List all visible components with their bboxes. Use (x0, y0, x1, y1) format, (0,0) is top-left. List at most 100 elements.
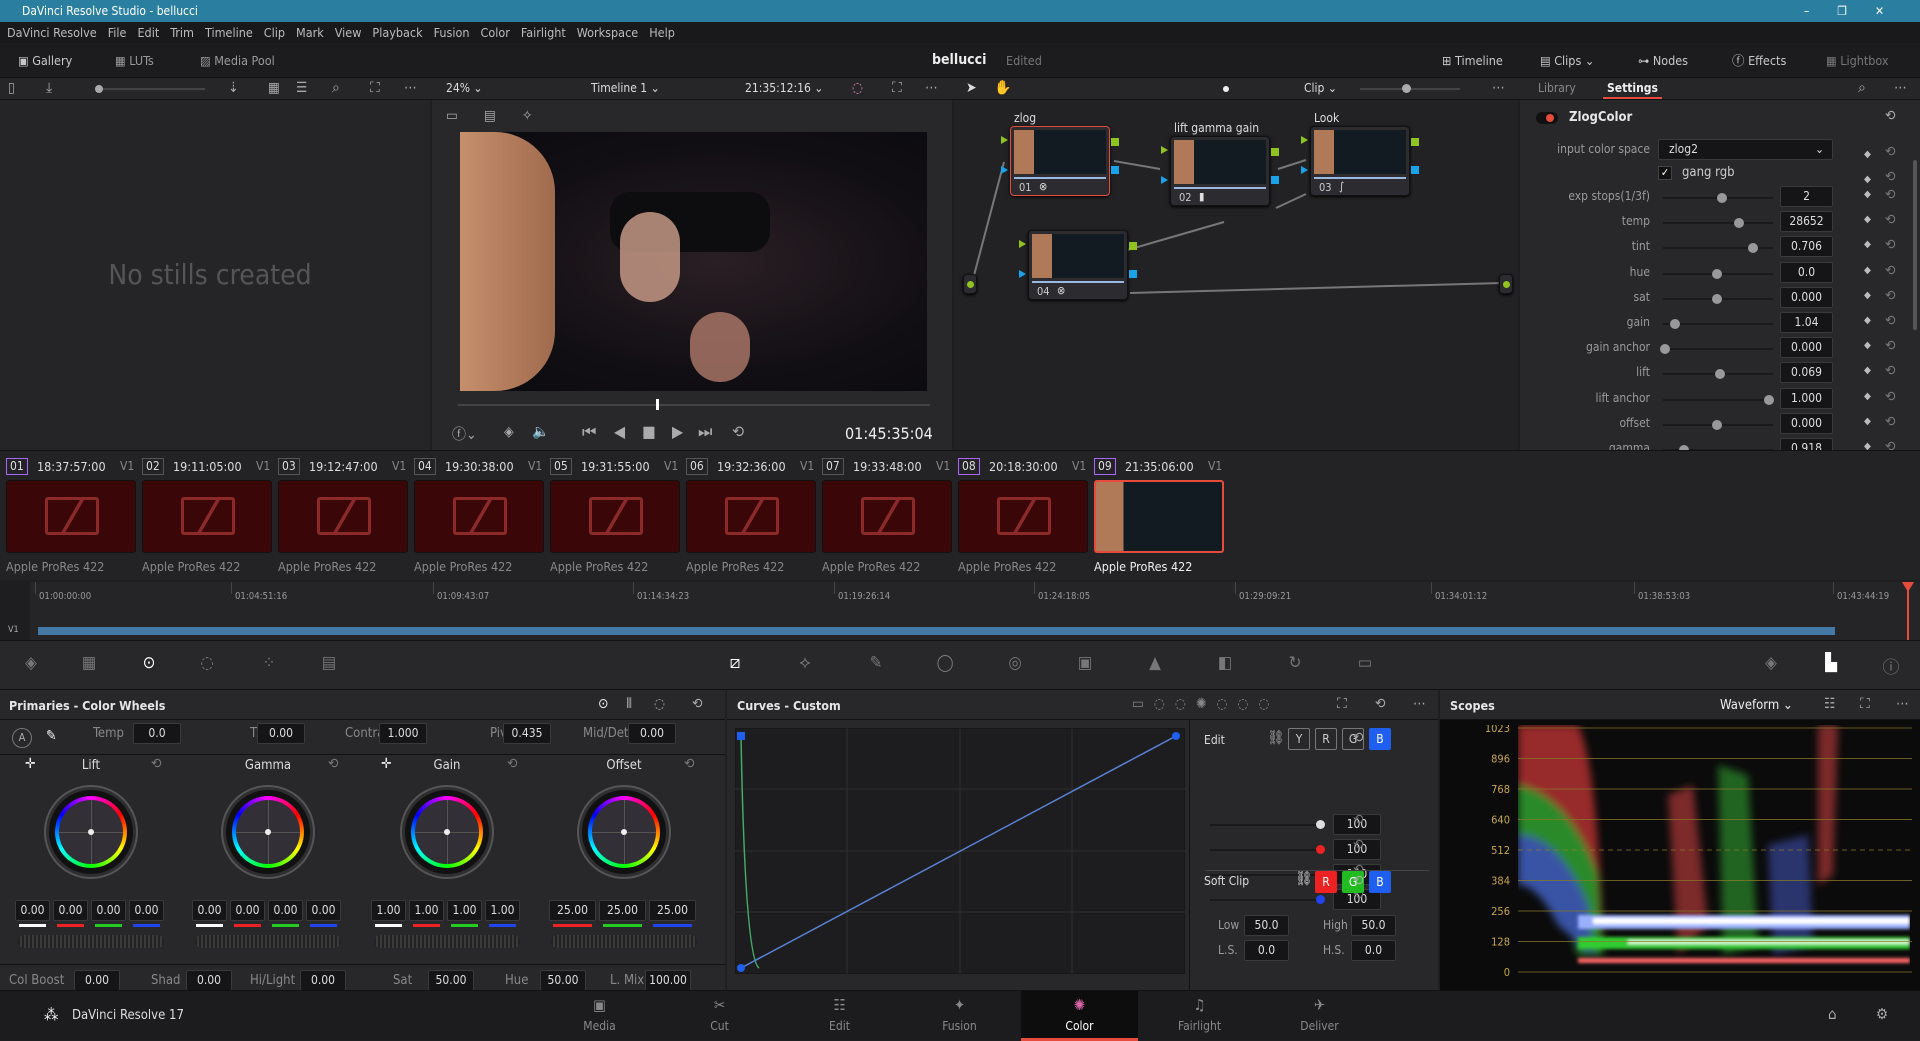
clip-thumbnail[interactable] (958, 480, 1088, 553)
param-value-field[interactable]: 0.069 (1780, 362, 1833, 384)
edit-link-icon[interactable]: ⛓ (1267, 730, 1285, 746)
fx-bypass-icon[interactable]: ⓕ⌄ (452, 424, 477, 444)
luts-button[interactable]: ▦ LUTs (115, 43, 154, 78)
param-slider[interactable] (1663, 319, 1773, 329)
keyframe-icon[interactable]: ◆ (1864, 391, 1871, 402)
menu-workspace[interactable]: Workspace (577, 25, 638, 40)
more-icon[interactable]: ⋯ (404, 80, 417, 96)
rgb-output-port[interactable] (1111, 138, 1119, 146)
keyframe-icon[interactable]: ◆ (1864, 290, 1871, 301)
home-icon[interactable]: ⌂ (1828, 1005, 1837, 1023)
wheel-value-field[interactable]: 0.00 (129, 900, 164, 921)
keyframe-icon[interactable]: ◆ (1864, 265, 1871, 276)
menu-color[interactable]: Color (481, 25, 510, 40)
clips-button[interactable]: ▤ Clips ⌄ (1540, 43, 1594, 78)
viewer-scrubber[interactable] (458, 399, 930, 410)
curves-more-icon[interactable]: ⋯ (1413, 696, 1426, 712)
param-value-field[interactable]: 28652 (1780, 211, 1833, 233)
alpha-output-port[interactable] (1411, 166, 1419, 174)
play-icon[interactable]: ▶ (672, 422, 683, 441)
volume-icon[interactable]: 🔈 (532, 424, 549, 440)
wheel-reset-icon[interactable]: ⟲ (151, 756, 162, 772)
slider-handle[interactable] (1712, 293, 1722, 304)
gallery-button[interactable]: ▣ Gallery (18, 43, 72, 78)
picker-icon[interactable]: ✛ (25, 756, 36, 772)
wheel-puck[interactable] (88, 829, 94, 835)
menu-fairlight[interactable]: Fairlight (521, 25, 566, 40)
keyframe-icon[interactable]: ◆ (1864, 365, 1871, 376)
timeline-dropdown[interactable]: Timeline 1 ⌄ (591, 81, 660, 95)
motion-effects-icon[interactable]: ▤ (318, 653, 340, 673)
media-pool-button[interactable]: ▨ Media Pool (200, 43, 275, 78)
wheel-reset-icon[interactable]: ⟲ (507, 756, 518, 772)
intensity-reset-icon[interactable]: ⟲ (1353, 837, 1364, 853)
pivot-field[interactable]: 0.435 (503, 723, 551, 744)
skip-end-icon[interactable]: ⏭ (698, 422, 712, 442)
keyframe-icons[interactable]: ◆ ◆ (1864, 142, 1871, 192)
info-icon[interactable]: ⓘ (1880, 653, 1902, 678)
color-picker-icon[interactable]: ◌ (852, 80, 863, 96)
param-value-field[interactable]: 0.000 (1780, 412, 1833, 434)
page-fusion[interactable]: ✦ Fusion (901, 991, 1018, 1041)
reset-icon[interactable]: ⟲ (1885, 288, 1896, 304)
high-field[interactable]: 50.0 (1351, 915, 1396, 936)
reset-icon[interactable]: ⟲ (1885, 389, 1896, 405)
master-wheel-jog[interactable] (18, 935, 164, 948)
settings-gear-icon[interactable]: ⚙ (1876, 1005, 1888, 1023)
page-color[interactable]: ✺ Color (1021, 991, 1138, 1041)
mid-field[interactable]: 0.00 (628, 723, 676, 744)
node-mode-dropdown[interactable]: Clip ⌄ (1304, 81, 1337, 95)
node-02[interactable]: 02 ▮ (1170, 136, 1270, 206)
param-slider[interactable] (1663, 369, 1773, 380)
slider-handle[interactable] (1717, 193, 1728, 203)
contrast-field[interactable]: 1.000 (379, 723, 427, 744)
rgb-input-port-icon[interactable] (1019, 240, 1026, 248)
node-zoom-slider[interactable] (1360, 84, 1460, 93)
keyframe-icon[interactable]: ◆ (1864, 239, 1871, 250)
reset-icon[interactable]: ⟲ (1885, 187, 1896, 203)
keyframe-icon[interactable]: ◆ (1864, 315, 1871, 326)
intensity-handle[interactable] (1316, 895, 1325, 904)
clip-thumbnail[interactable] (822, 480, 952, 553)
menu-trim[interactable]: Trim (170, 25, 194, 40)
wheel-puck[interactable] (621, 829, 627, 835)
pointer-icon[interactable]: ➤ (966, 80, 977, 96)
alpha-output-port[interactable] (1111, 166, 1119, 174)
param-slider[interactable] (1663, 293, 1773, 304)
split-icon[interactable]: ▤ (484, 108, 496, 124)
curves-icon[interactable]: ⧄ (724, 653, 746, 673)
import-icon[interactable]: ⤓ (46, 80, 52, 96)
node-input[interactable] (963, 274, 977, 294)
slider-handle[interactable] (1715, 369, 1726, 380)
tracker-icon[interactable]: ◎ (1004, 653, 1026, 673)
keyframe-icon[interactable]: ◆ (1864, 340, 1871, 351)
param-slider[interactable] (1663, 419, 1773, 430)
wheel-value-field[interactable]: 25.00 (599, 900, 646, 921)
settings-search-icon[interactable]: ⌕ (1858, 80, 1866, 96)
qualifier-icon[interactable]: ✎ (865, 653, 887, 673)
list-view-icon[interactable]: ☰ (296, 80, 307, 96)
keyframe-icon[interactable]: ◆ (1864, 189, 1871, 200)
wheel-value-field[interactable]: 25.00 (649, 900, 696, 921)
wheel-value-field[interactable]: 0.00 (15, 900, 50, 921)
alpha-output-port[interactable] (1129, 270, 1137, 278)
effects-button[interactable]: ⓕ Effects (1732, 43, 1786, 78)
keyframe-icon[interactable]: ◆ (1864, 214, 1871, 225)
color-wheel-lift[interactable] (46, 787, 136, 877)
scopes-icon[interactable]: ▙ (1820, 653, 1842, 673)
menu-edit[interactable]: Edit (137, 25, 159, 40)
tab-settings[interactable]: Settings (1603, 81, 1662, 99)
skip-start-icon[interactable]: ⏮ (582, 422, 596, 442)
param-slider[interactable] (1663, 243, 1773, 254)
keyframe-icon[interactable]: ◆ (1864, 416, 1871, 427)
window-controls[interactable]: –❐✕ (1804, 0, 1920, 22)
slider-handle[interactable] (1712, 419, 1722, 430)
intensity-reset-icon[interactable]: ⟲ (1353, 812, 1364, 828)
effect-toggle[interactable] (1536, 112, 1558, 124)
reset-icon[interactable]: ⟲ (1885, 414, 1896, 430)
rgb-output-port[interactable] (1411, 138, 1419, 146)
keyframes-icon[interactable]: ◈ (1760, 653, 1782, 673)
ls-field[interactable]: 0.0 (1244, 940, 1289, 961)
auto-balance-icon[interactable]: A (12, 728, 32, 748)
scope-fullscreen-icon[interactable]: ⛶ (1860, 696, 1870, 712)
